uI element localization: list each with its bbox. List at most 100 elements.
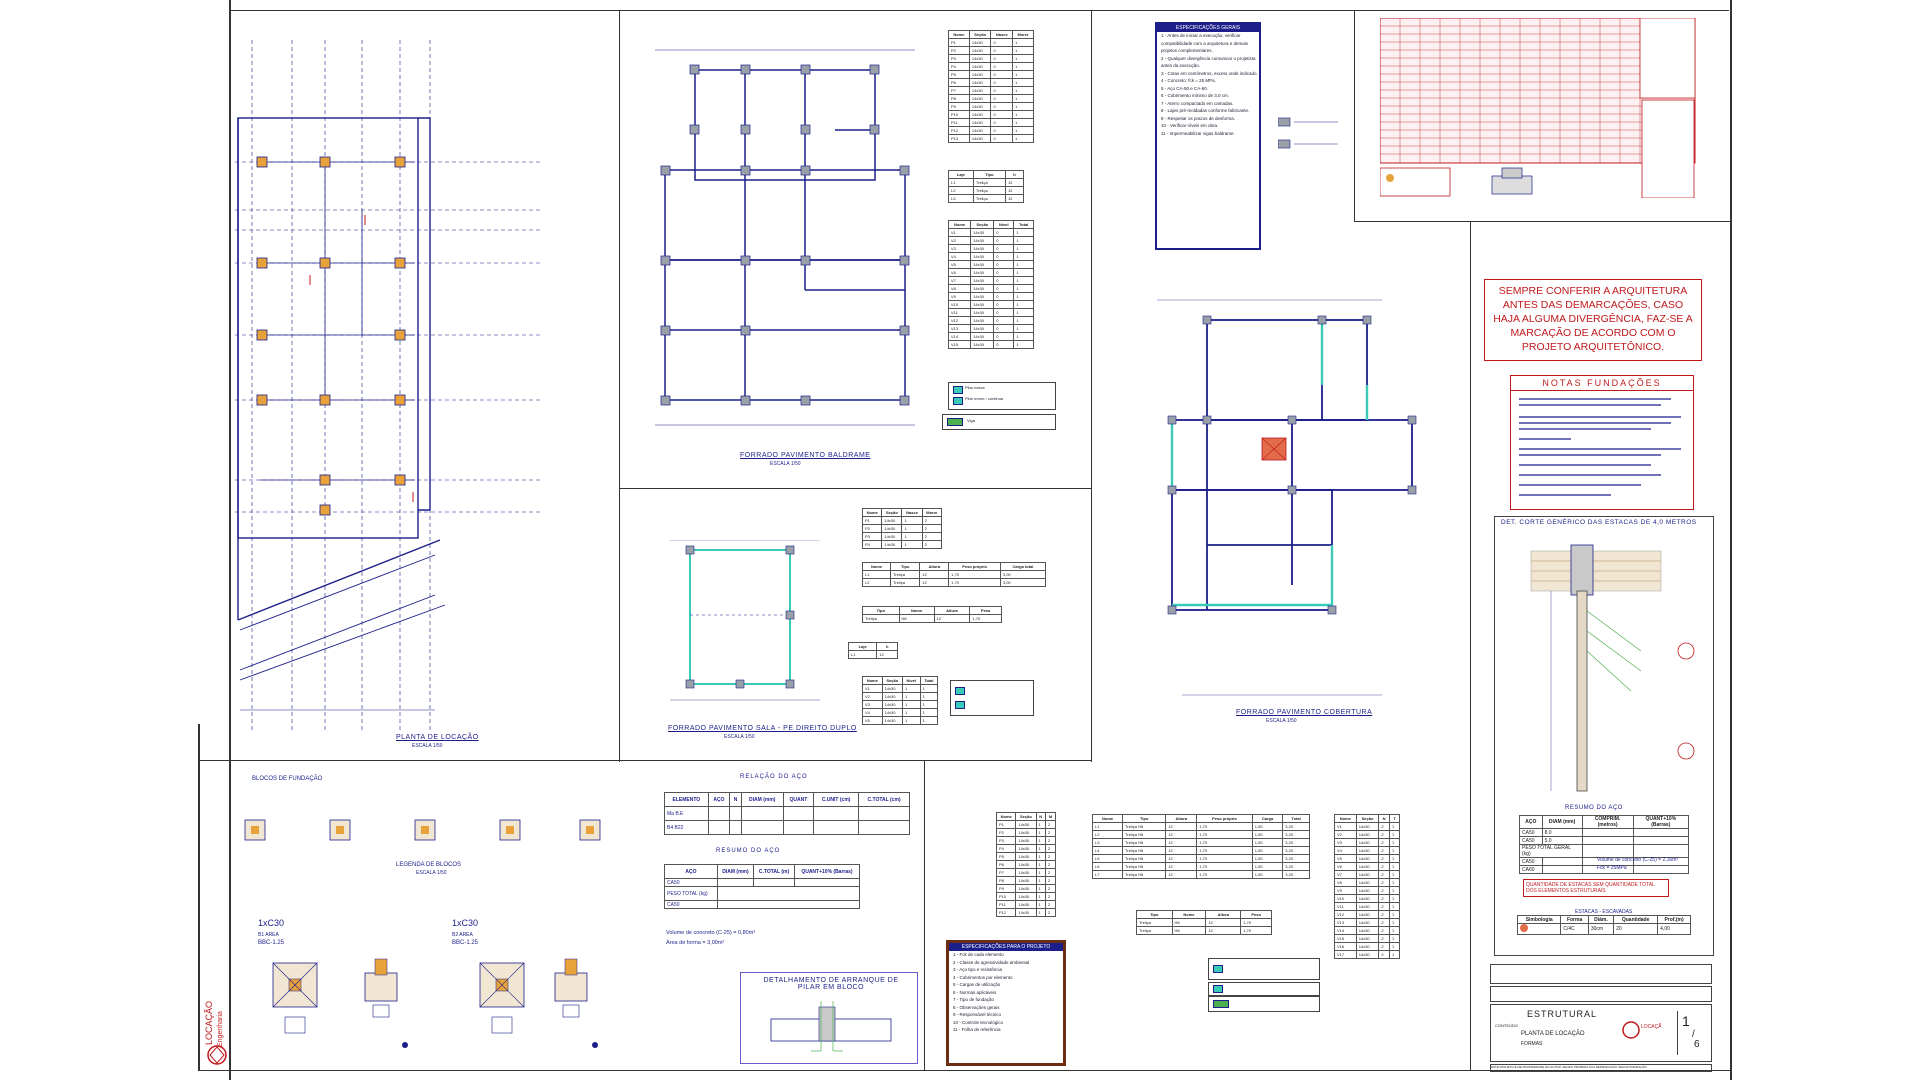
cob-legend-swatch-2 bbox=[1213, 985, 1223, 993]
block-label-1: B1 AREA bbox=[258, 932, 279, 938]
blocos-title: BLOCOS DE FUNDAÇÃO bbox=[252, 776, 323, 782]
legend-label-3: Viga bbox=[967, 418, 975, 423]
cob-legend-1 bbox=[1208, 958, 1320, 980]
cob-legend-3 bbox=[1208, 996, 1320, 1012]
specs2-line: 6 - Normas aplicáveis bbox=[953, 989, 997, 995]
legend-label-1: Pilar nasce bbox=[965, 385, 985, 390]
titleblock-discipline: ESTRUTURAL bbox=[1527, 1009, 1598, 1019]
titleblock-content-label: CONTEÚDO bbox=[1495, 1023, 1518, 1028]
locacao-plan bbox=[235, 40, 540, 730]
sheet-total: 6 bbox=[1694, 1039, 1700, 1050]
cobertura-scale: ESCALA 1/50 bbox=[1266, 718, 1297, 724]
block-label-2: B2 AREA bbox=[452, 932, 473, 938]
company-logo: LOCAÇÃO bbox=[1621, 1015, 1666, 1045]
resumo-aco-title: RESUMO DO AÇO bbox=[716, 848, 781, 854]
specs-legend-symbols bbox=[1278, 117, 1338, 149]
arranque-detail-box: DETALHAMENTO DE ARRANQUE DE PILAR EM BLO… bbox=[740, 972, 918, 1064]
baldrame-legend-2: Viga bbox=[942, 414, 1056, 430]
legend-swatch-3 bbox=[947, 418, 963, 426]
notes-lines bbox=[1519, 398, 1681, 496]
divider-h1 bbox=[198, 760, 1092, 761]
slab-table: Laje Tipo h L1 Treliça 12 L2 Treliça 12 L3 Trel… bbox=[948, 170, 1025, 203]
cob-legend-swatch-3 bbox=[1213, 1000, 1229, 1008]
company-seal: LOCAÇÃO Engenharia bbox=[204, 1001, 227, 1065]
locacao-scale: ESCALA 1/50 bbox=[412, 743, 443, 749]
svg-text:Engenharia: Engenharia bbox=[217, 1011, 224, 1047]
sala-title: FORRADO PAVIMENTO SALA - PE DIREITO DUPL… bbox=[668, 725, 857, 732]
spec-line: 10 - Verificar níveis em obra. bbox=[1161, 123, 1219, 128]
spec-line: antes da execução. bbox=[1161, 63, 1201, 68]
frame-right-line bbox=[1730, 0, 1732, 1080]
legend-swatch-1 bbox=[953, 386, 963, 394]
baldrame-title: FORRADO PAVIMENTO BALDRAME bbox=[740, 452, 871, 459]
block-name-1: 1xC30 bbox=[258, 918, 285, 928]
cobertura-title: FORRADO PAVIMENTO COBERTURA bbox=[1236, 709, 1373, 716]
block-area-2: BBC-1.25 bbox=[452, 940, 479, 946]
spec-line: 11 - Impermeabilizar vigas baldrame. bbox=[1161, 130, 1235, 136]
notes-title: NOTAS FUNDAÇÕES bbox=[1511, 376, 1693, 391]
svg-text:LOCAÇÃO: LOCAÇÃO bbox=[1641, 1023, 1661, 1030]
sheet-number: 1 bbox=[1682, 1013, 1690, 1029]
sala-plan bbox=[670, 540, 820, 701]
estaca-symbol-icon bbox=[1520, 924, 1528, 932]
spec-line: 3 - Cotas em centímetros, exceto onde in… bbox=[1161, 70, 1258, 76]
specs2-line: 1 - Fck de cada elemento bbox=[953, 952, 1004, 957]
specs2-line: 4 - Cobrimentos por elemento bbox=[953, 974, 1013, 980]
sheet-number-box: 1 / 6 bbox=[1677, 1011, 1706, 1055]
baldrame-scale: ESCALA 1/50 bbox=[770, 461, 801, 467]
spec-line: 5 - Aço CA-50 e CA-60. bbox=[1161, 85, 1209, 91]
arranque-drawing bbox=[770, 1001, 892, 1052]
sala-legend-swatch-2 bbox=[955, 701, 965, 709]
specs2-line: 8 - Observações gerais bbox=[953, 1004, 1000, 1010]
divider-3 bbox=[924, 760, 925, 1071]
arranque-title: DETALHAMENTO DE ARRANQUE DE PILAR EM BLO… bbox=[763, 977, 899, 991]
cobertura-plan bbox=[1157, 299, 1417, 696]
specs2-box: ESPECIFICAÇÕES PARA O PROJETO 1 - Fck de… bbox=[946, 940, 1066, 1066]
cob-beams-table: Nome Seção N T V1 14x30 2 1 V2 14x30 2 1 V3 14x30 2 1… bbox=[1334, 814, 1401, 959]
beams-table: Nome Seção Nível Total V1 14x30 0 1 V2 14x30 0 1 V… bbox=[947, 220, 1034, 349]
resumo-volume: Volume de concreto (C-25) = 0,80m³ bbox=[666, 930, 756, 936]
spec-line: 4 - Concreto: fck = 25 MPa. bbox=[1161, 78, 1216, 83]
titleblock-main: ESTRUTURAL CONTEÚDO PLANTA DE LOCAÇÃO FO… bbox=[1490, 1004, 1712, 1062]
blocos-details bbox=[272, 958, 598, 1048]
sala-small-table: Laje h L1 12 bbox=[847, 642, 898, 659]
spec-line: compatibilidade com a arquitetura e dema… bbox=[1161, 40, 1249, 46]
spec-line: 7 - Aterro compactado em camadas. bbox=[1161, 100, 1234, 106]
cob-load-table: Tipo Nome Altura Peso Treliça H8 12 1,70 Treli… bbox=[1136, 910, 1272, 935]
spec-line: projetos complementares. bbox=[1161, 48, 1213, 53]
specs2-header: ESPECIFICAÇÕES PARA O PROJETO bbox=[949, 943, 1063, 951]
spec-line: 2 - Qualquer divergência comunicar o pro… bbox=[1161, 55, 1256, 61]
estaca-section bbox=[1530, 544, 1695, 792]
sala-beams-table: Nome Seção Nível Total V1 14x30 1 1 V2 14x30 1 1 V… bbox=[862, 676, 939, 725]
resumo-area: Área de forma = 3,00m² bbox=[666, 940, 725, 946]
divider-h3 bbox=[1354, 221, 1730, 222]
sala-pillars-table: Nome Seção Nasce Morre P1 14x30 1 2 P2 14x30 1 2 P… bbox=[861, 508, 943, 549]
sala-scale: ESCALA 1/50 bbox=[724, 734, 755, 740]
specs2-line: 2 - Classe de agressividade ambiental bbox=[953, 959, 1030, 965]
locacao-title: PLANTA DE LOCAÇÃO bbox=[396, 734, 479, 741]
titleblock-content: PLANTA DE LOCAÇÃO bbox=[1521, 1031, 1585, 1037]
estaca-fck: Fck = 25MPa bbox=[1597, 865, 1627, 871]
estaca-resumo-title: RESUMO DO AÇO bbox=[1565, 805, 1623, 811]
specs2-line: 3 - Aço tipo e resistência bbox=[953, 967, 1003, 972]
spec-line: 1 - Antes de iniciar a execução, verific… bbox=[1161, 33, 1241, 38]
sala-legend bbox=[950, 680, 1034, 716]
relacao-aco-title: RELAÇÃO DO AÇO bbox=[740, 774, 808, 780]
sala-load-table: Tipo Nome Altura Peso Treliça H8 12 1,70 bbox=[862, 606, 1002, 623]
titleblock-row-2 bbox=[1490, 986, 1712, 1002]
block-area-1: BBC-1.25 bbox=[258, 940, 285, 946]
estaca-volume: Volume de concreto (C-25) = 2,16m³ bbox=[1597, 857, 1679, 863]
cob-pillars-table: Nome Seção N M P1 14x30 1 2 P2 14x30 1 2 P3 14x30 1 2… bbox=[995, 812, 1057, 917]
legend-swatch-2 bbox=[953, 397, 963, 405]
blocos-legend: LEGENDA DE BLOCOS bbox=[396, 862, 462, 868]
divider-1 bbox=[619, 10, 620, 762]
specs2-line: 5 - Cargas de utilização bbox=[953, 982, 1001, 987]
estacas-title: DET. CORTE GENÉRICO DAS ESTACAS DE 4,0 M… bbox=[1501, 519, 1697, 526]
block-name-2: 1xC30 bbox=[452, 918, 479, 928]
legend-label-2: Pilar morre / continua bbox=[965, 396, 1004, 401]
titleblock-footer: ESTE PROJETO É DE PROPRIEDADE DO AUTOR, … bbox=[1490, 1064, 1712, 1072]
warning-box: SEMPRE CONFERIR A ARQUITETURA ANTES DAS … bbox=[1484, 279, 1702, 361]
sala-legend-swatch-1 bbox=[955, 687, 965, 695]
estaca-quantity-note: QUANTIDADE DE ESTACAS SEM QUANTIDADE TOT… bbox=[1523, 879, 1669, 897]
cob-legend-2 bbox=[1208, 982, 1320, 996]
